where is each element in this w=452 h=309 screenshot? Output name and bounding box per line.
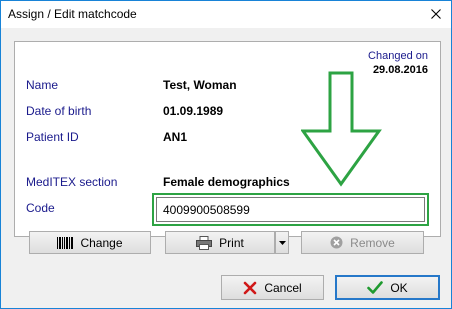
print-button-label: Print (219, 235, 244, 250)
patient-id-value: AN1 (163, 130, 188, 144)
print-button[interactable]: Print (165, 231, 275, 254)
cancel-button-label: Cancel (264, 280, 302, 295)
close-icon (431, 9, 441, 19)
close-button[interactable] (421, 1, 451, 27)
down-arrow-icon (301, 71, 382, 187)
cancel-button[interactable]: Cancel (221, 275, 324, 300)
code-highlight-annotation (152, 193, 429, 226)
barcode-icon (57, 236, 74, 249)
print-dropdown-button[interactable] (275, 231, 289, 254)
dob-value: 01.09.1989 (163, 104, 224, 118)
code-label: Code (26, 201, 55, 215)
remove-button-label: Remove (350, 235, 395, 250)
title-bar: Assign / Edit matchcode (1, 1, 451, 28)
name-value: Test, Woman (163, 78, 237, 92)
remove-button[interactable]: Remove (301, 231, 424, 254)
ok-button-label: OK (390, 280, 408, 295)
dob-label: Date of birth (26, 104, 92, 118)
green-check-icon (367, 281, 384, 294)
ok-button[interactable]: OK (335, 275, 440, 300)
remove-circle-icon (330, 236, 343, 249)
patient-id-label: Patient ID (26, 130, 79, 144)
printer-icon (196, 235, 213, 250)
change-button-label: Change (80, 235, 123, 250)
change-button[interactable]: Change (29, 231, 151, 254)
section-label: MedITEX section (26, 175, 118, 189)
window-title: Assign / Edit matchcode (8, 7, 137, 21)
dialog-window: Assign / Edit matchcode Changed on 29.08… (0, 0, 452, 309)
chevron-down-icon (278, 240, 286, 245)
section-value: Female demographics (163, 175, 290, 189)
name-label: Name (26, 78, 59, 92)
red-x-icon (243, 281, 257, 295)
